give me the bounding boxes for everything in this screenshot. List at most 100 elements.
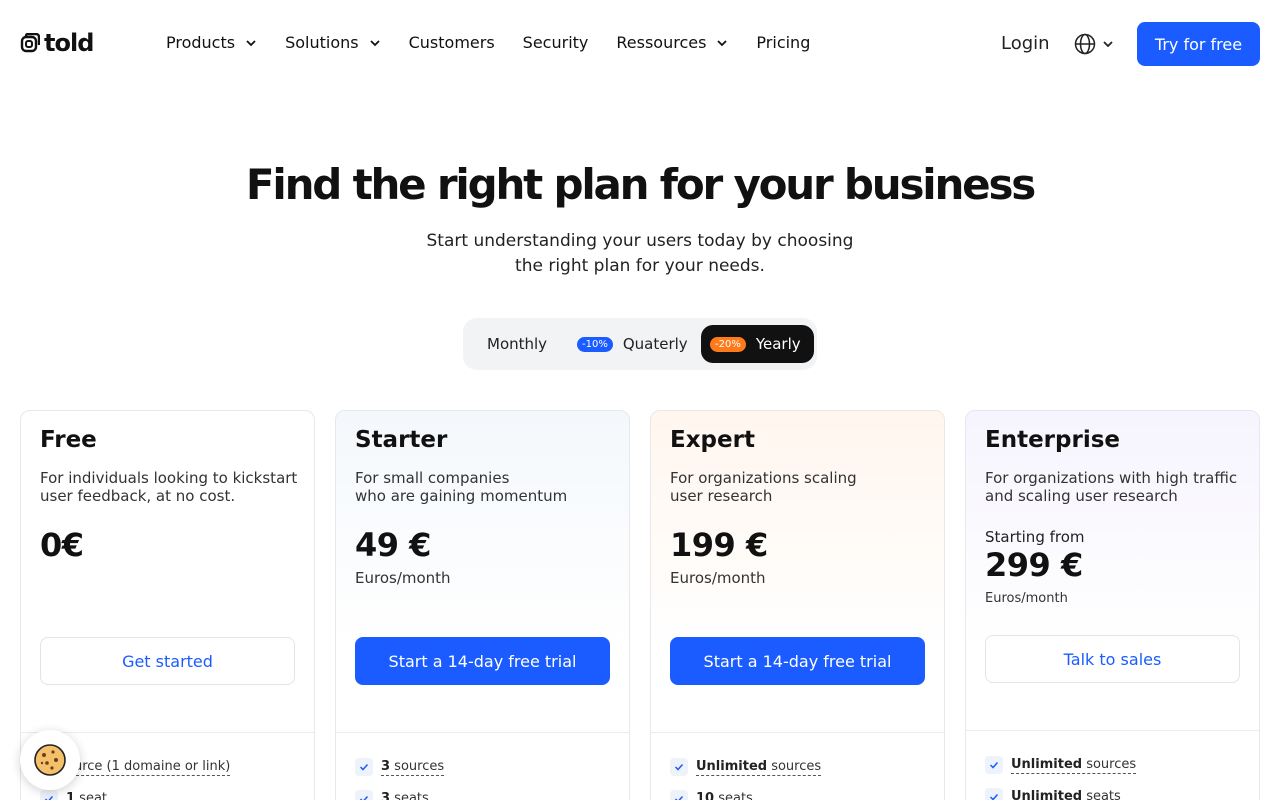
main-menu: Products Solutions Customers Security Re… [166, 33, 838, 52]
feature-bold: 10 [696, 791, 715, 800]
feature-rest: sources [1082, 756, 1137, 772]
plan-description: For small companies who are gaining mome… [355, 469, 615, 505]
divider [336, 732, 629, 733]
feature-text[interactable]: ource (1 domaine or link) [66, 758, 231, 776]
plan-description-line: user research [670, 487, 773, 505]
feature-item: Unlimited seats [985, 781, 1136, 800]
plan-description: For organizations scaling user research [670, 469, 930, 505]
start-trial-button[interactable]: Start a 14-day free trial [355, 637, 610, 685]
plan-description-line: For individuals looking to kickstart [40, 469, 298, 487]
billing-monthly-option[interactable]: Monthly [487, 325, 547, 363]
start-trial-button[interactable]: Start a 14-day free trial [670, 637, 925, 685]
feature-item: 3 sources [355, 751, 445, 783]
nav-customers[interactable]: Customers [409, 33, 495, 52]
feature-text: 1 seat [66, 791, 107, 800]
plan-period: Euros/month [670, 569, 766, 587]
talk-to-sales-button[interactable]: Talk to sales [985, 635, 1240, 683]
feature-bold: 3 [381, 791, 391, 800]
nav-solutions[interactable]: Solutions [285, 33, 381, 52]
feature-list: Unlimited sources Unlimited seats [985, 749, 1137, 800]
plan-card-starter: Starter For small companies who are gain… [335, 410, 630, 800]
feature-text[interactable]: 3 sources [381, 758, 445, 776]
billing-yearly-option[interactable]: -20% Yearly [701, 325, 814, 363]
plan-price: 0€ [40, 526, 84, 564]
plan-description-line: who are gaining momentum [355, 487, 568, 505]
cookie-icon [34, 744, 66, 776]
plan-price: 299 € [985, 546, 1083, 584]
login-link[interactable]: Login [1001, 33, 1050, 54]
feature-rest: seats [1082, 789, 1121, 800]
plan-price-prefix: Starting from [985, 528, 1085, 546]
check-icon [355, 790, 373, 800]
plan-price: 49 € [355, 526, 431, 564]
nav-resources[interactable]: Ressources [616, 33, 728, 52]
chevron-down-icon [717, 39, 728, 46]
feature-rest: sources [767, 758, 822, 774]
plan-description-line: For small companies [355, 469, 510, 487]
plan-description-line: and scaling user research [985, 487, 1178, 505]
feature-text[interactable]: Unlimited sources [1011, 756, 1137, 774]
billing-yearly-label: Yearly [755, 335, 801, 353]
feature-text: 3 seats [381, 791, 429, 800]
plan-description-line: For organizations with high traffic [985, 469, 1238, 487]
nav-security[interactable]: Security [523, 33, 589, 52]
nav-products-label: Products [166, 33, 236, 52]
top-nav: told Products Solutions Customers Securi… [0, 0, 1280, 88]
plan-name: Enterprise [985, 427, 1121, 453]
nav-pricing[interactable]: Pricing [756, 33, 810, 52]
feature-item: Unlimited sources [985, 749, 1137, 781]
nav-products[interactable]: Products [166, 33, 257, 52]
feature-text: 10 seats [696, 791, 753, 800]
check-icon [40, 790, 58, 800]
check-icon [670, 758, 688, 776]
plan-name: Starter [355, 427, 448, 453]
globe-icon [1074, 33, 1096, 55]
feature-bold: 3 [381, 758, 391, 774]
check-icon [985, 756, 1003, 774]
billing-quarterly-option[interactable]: -10% Quaterly [577, 325, 688, 363]
nav-customers-label: Customers [408, 33, 495, 52]
nav-security-label: Security [522, 33, 589, 52]
feature-list: Unlimited sources 10 seats [670, 751, 822, 800]
chevron-down-icon [246, 39, 256, 46]
logo-mark-icon [20, 33, 40, 53]
divider [651, 732, 944, 733]
get-started-button[interactable]: Get started [40, 637, 295, 685]
feature-bold: Unlimited [1011, 789, 1083, 800]
plan-card-expert: Expert For organizations scaling user re… [650, 410, 945, 800]
plan-description: For individuals looking to kickstart use… [40, 469, 300, 505]
billing-period-toggle: Monthly -10% Quaterly -20% Yearly [463, 318, 817, 370]
plan-description: For organizations with high traffic and … [985, 469, 1245, 505]
discount-badge: -10% [577, 336, 613, 352]
check-icon [670, 790, 688, 800]
feature-rest: sources [390, 758, 445, 774]
logo[interactable]: told [20, 29, 94, 57]
feature-item: Unlimited sources [670, 751, 822, 783]
page-subtitle: Start understanding your users today by … [400, 229, 880, 279]
try-for-free-button[interactable]: Try for free [1137, 22, 1260, 66]
nav-pricing-label: Pricing [756, 33, 811, 52]
feature-item: 1 seat [40, 783, 230, 800]
feature-text: Unlimited seats [1011, 789, 1121, 800]
plan-price: 199 € [670, 526, 768, 564]
subtitle-line-1: Start understanding your users today by … [426, 231, 854, 251]
chevron-down-icon [1103, 41, 1113, 48]
feature-rest: seats [390, 791, 429, 800]
plan-name: Expert [670, 427, 755, 453]
feature-bold: 1 [66, 791, 76, 800]
feature-item: 3 seats [355, 783, 444, 800]
plan-period: Euros/month [985, 591, 1068, 606]
cookie-settings-button[interactable] [20, 730, 80, 790]
nav-resources-label: Ressources [616, 33, 707, 52]
plan-period: Euros/month [355, 569, 451, 587]
feature-list: 3 sources 3 seats [355, 751, 445, 800]
chevron-down-icon [369, 39, 380, 46]
check-icon [985, 788, 1003, 800]
billing-monthly-label: Monthly [487, 335, 548, 353]
plan-description-line: For organizations scaling [670, 469, 857, 487]
language-selector[interactable] [1074, 33, 1114, 55]
feature-bold: Unlimited [696, 758, 768, 774]
feature-text[interactable]: Unlimited sources [696, 758, 822, 776]
logo-text: told [44, 29, 94, 57]
feature-rest: ource (1 domaine or link) [66, 758, 231, 774]
